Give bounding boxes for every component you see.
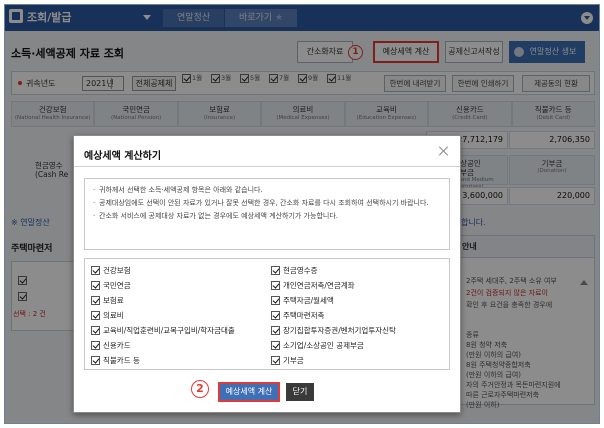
selected-item[interactable]: 소기업/소상공인 공제부금 <box>271 340 364 351</box>
close-button[interactable]: 닫기 <box>286 383 314 401</box>
dialog-title: 예상세액 계산하기 <box>84 151 162 162</box>
item-label: 현금영수증 <box>283 266 318 275</box>
checkbox[interactable] <box>271 326 280 335</box>
selected-item[interactable]: 주택마련저축 <box>271 310 324 321</box>
checkbox[interactable] <box>91 296 100 305</box>
checkbox[interactable] <box>91 281 100 290</box>
app-frame: 조회/발급 연말정산 바로가기 ★ 소득·세액공제 자료 조회 간소화자료 1 … <box>4 4 600 424</box>
checkbox[interactable] <box>271 281 280 290</box>
selected-item[interactable]: 주택자금/월세액 <box>271 295 334 306</box>
checkbox[interactable] <box>91 266 100 275</box>
selected-item[interactable]: 건강보험 <box>91 265 131 276</box>
selected-item[interactable]: 교육비/직업훈련비/교복구입비/학자금대출 <box>91 325 235 336</box>
selected-item[interactable]: 국민연금 <box>91 280 131 291</box>
item-label: 건강보험 <box>103 266 131 275</box>
item-label: 신용카드 <box>103 341 131 350</box>
info-line: 귀하께서 선택한 소득·세액공제 항목은 아래와 같습니다. <box>93 185 441 195</box>
checkbox[interactable] <box>91 311 100 320</box>
checkbox[interactable] <box>91 356 100 365</box>
info-line: 공제대상임에도 선택이 안된 자료가 있거나 잘못 선택한 경우, 간소화 자료… <box>93 198 441 208</box>
selected-item[interactable]: 신용카드 <box>91 340 131 351</box>
calculate-estimate-button[interactable]: 예상세액 계산 <box>218 382 280 402</box>
selected-item[interactable]: 개인연금저축/연금계좌 <box>271 280 355 291</box>
selected-item[interactable]: 의료비 <box>91 310 124 321</box>
checkbox[interactable] <box>91 326 100 335</box>
item-label: 주택자금/월세액 <box>283 296 334 305</box>
checkbox[interactable] <box>271 356 280 365</box>
item-label: 보험료 <box>103 296 124 305</box>
checkbox[interactable] <box>271 341 280 350</box>
selected-item[interactable]: 보험료 <box>91 295 124 306</box>
selected-item[interactable]: 기부금 <box>271 355 304 366</box>
item-label: 의료비 <box>103 311 124 320</box>
item-label: 개인연금저축/연금계좌 <box>283 281 355 290</box>
step-marker-2: 2 <box>191 380 209 398</box>
item-label: 기부금 <box>283 356 304 365</box>
item-label: 국민연금 <box>103 281 131 290</box>
divider <box>74 166 460 167</box>
estimate-tax-dialog: 예상세액 계산하기 귀하께서 선택한 소득·세액공제 항목은 아래와 같습니다.… <box>73 135 461 413</box>
info-line: 간소화 서비스에 공제대상 자료가 없는 경우에도 예상세액 계산하기가 가능합… <box>93 211 441 221</box>
item-label: 교육비/직업훈련비/교복구입비/학자금대출 <box>103 326 235 335</box>
selected-items-box: 건강보험 국민연금 보험료 의료비 교육비/직업훈련비/교복구입비/학자금대출 … <box>84 258 450 370</box>
item-label: 직불카드 등 <box>103 356 140 365</box>
close-icon[interactable] <box>438 145 450 157</box>
checkbox[interactable] <box>91 341 100 350</box>
selected-item[interactable]: 현금영수증 <box>271 265 318 276</box>
item-label: 장기집합투자증권/벤처기업투자신탁 <box>283 326 396 335</box>
selected-item[interactable]: 장기집합투자증권/벤처기업투자신탁 <box>271 325 396 336</box>
info-box: 귀하께서 선택한 소득·세액공제 항목은 아래와 같습니다. 공제대상임에도 선… <box>84 178 450 250</box>
checkbox[interactable] <box>271 266 280 275</box>
item-label: 주택마련저축 <box>283 311 325 320</box>
checkbox[interactable] <box>271 311 280 320</box>
item-label: 소기업/소상공인 공제부금 <box>283 341 364 350</box>
checkbox[interactable] <box>271 296 280 305</box>
selected-item[interactable]: 직불카드 등 <box>91 355 140 366</box>
